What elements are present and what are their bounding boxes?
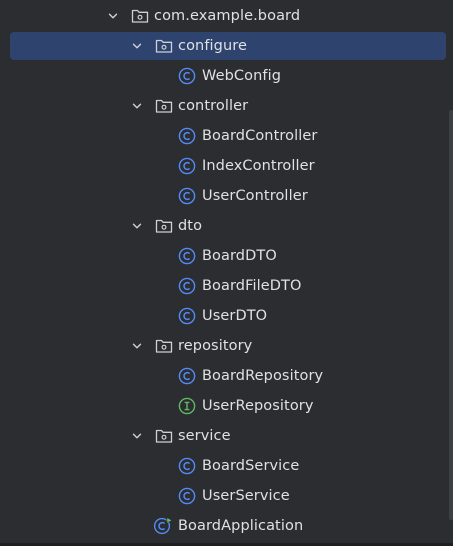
package-folder-icon bbox=[154, 331, 174, 361]
tree-node-boardapplication[interactable]: BoardApplication bbox=[0, 511, 453, 541]
tree-node-label: UserService bbox=[202, 488, 290, 504]
tree-node-controller[interactable]: controller bbox=[0, 91, 453, 121]
tree-node-label: BoardDTO bbox=[202, 248, 277, 264]
class-icon bbox=[177, 121, 197, 151]
tree-node-com-example-board[interactable]: com.example.board bbox=[0, 1, 453, 31]
tree-node-label: IndexController bbox=[202, 158, 315, 174]
tree-node-service[interactable]: service bbox=[0, 421, 453, 451]
class-icon bbox=[177, 271, 197, 301]
tree-node-label: controller bbox=[178, 98, 249, 114]
class-icon bbox=[177, 241, 197, 271]
chevron-down-icon[interactable] bbox=[130, 211, 144, 241]
tree-node-boarddto[interactable]: BoardDTO bbox=[0, 241, 453, 271]
package-folder-icon bbox=[154, 211, 174, 241]
tree-node-indexcontroller[interactable]: IndexController bbox=[0, 151, 453, 181]
chevron-down-icon[interactable] bbox=[130, 331, 144, 361]
tree-node-label: dto bbox=[178, 218, 203, 234]
tree-node-usercontroller[interactable]: UserController bbox=[0, 181, 453, 211]
chevron-down-icon[interactable] bbox=[130, 91, 144, 121]
tree-node-repository[interactable]: repository bbox=[0, 331, 453, 361]
spring-boot-class-icon bbox=[153, 511, 173, 541]
tree-node-configure[interactable]: configure bbox=[0, 31, 453, 61]
project-tree: com.example.board configure WebConfig co… bbox=[0, 0, 453, 546]
tree-node-label: com.example.board bbox=[154, 8, 301, 24]
tree-node-label: service bbox=[178, 428, 231, 444]
tree-node-label: BoardRepository bbox=[202, 368, 324, 384]
tree-node-userservice[interactable]: UserService bbox=[0, 481, 453, 511]
chevron-down-icon[interactable] bbox=[130, 31, 144, 61]
tree-node-label: BoardFileDTO bbox=[202, 278, 302, 294]
package-folder-icon bbox=[154, 91, 174, 121]
package-folder-icon bbox=[154, 421, 174, 451]
tree-node-label: repository bbox=[178, 338, 253, 354]
tree-node-boardrepository[interactable]: BoardRepository bbox=[0, 361, 453, 391]
chevron-down-icon[interactable] bbox=[130, 421, 144, 451]
class-icon bbox=[177, 181, 197, 211]
tree-node-boardservice[interactable]: BoardService bbox=[0, 451, 453, 481]
tree-node-label: BoardApplication bbox=[178, 518, 304, 534]
class-icon bbox=[177, 61, 197, 91]
package-folder-icon bbox=[130, 1, 150, 31]
tree-node-userdto[interactable]: UserDTO bbox=[0, 301, 453, 331]
tree-node-label: BoardController bbox=[202, 128, 318, 144]
class-icon bbox=[177, 481, 197, 511]
vertical-scrollbar[interactable] bbox=[449, 110, 453, 520]
tree-node-label: configure bbox=[178, 38, 248, 54]
tree-node-webconfig[interactable]: WebConfig bbox=[0, 61, 453, 91]
tree-node-dto[interactable]: dto bbox=[0, 211, 453, 241]
tree-node-label: UserController bbox=[202, 188, 308, 204]
class-icon bbox=[177, 361, 197, 391]
class-icon bbox=[177, 151, 197, 181]
interface-icon bbox=[177, 391, 197, 421]
chevron-down-icon[interactable] bbox=[106, 1, 120, 31]
tree-node-label: WebConfig bbox=[202, 68, 282, 84]
tree-node-boardfiledto[interactable]: BoardFileDTO bbox=[0, 271, 453, 301]
tree-node-label: UserRepository bbox=[202, 398, 314, 414]
tree-node-label: UserDTO bbox=[202, 308, 268, 324]
tree-node-boardcontroller[interactable]: BoardController bbox=[0, 121, 453, 151]
package-folder-icon bbox=[154, 31, 174, 61]
class-icon bbox=[177, 301, 197, 331]
tree-node-userrepository[interactable]: UserRepository bbox=[0, 391, 453, 421]
tree-node-label: BoardService bbox=[202, 458, 300, 474]
class-icon bbox=[177, 451, 197, 481]
